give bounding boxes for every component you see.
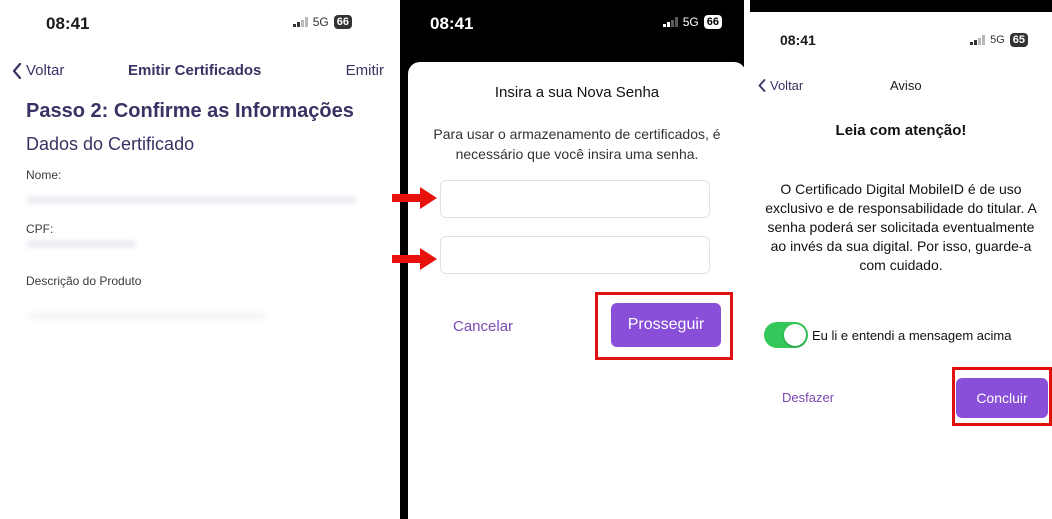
highlight-box-finish: [952, 367, 1052, 426]
status-bar: 08:41 5G 66: [0, 0, 400, 46]
undo-button[interactable]: Desfazer: [782, 390, 834, 405]
acknowledge-toggle[interactable]: [764, 322, 808, 348]
nav-title: Aviso: [890, 78, 922, 93]
signal-icon: [292, 17, 308, 27]
screen-nova-senha: 08:41 5G 66 Insira a sua Nova Senha Para…: [400, 0, 744, 519]
section-title: Dados do Certificado: [26, 134, 195, 154]
status-indicators: 5G 66: [662, 15, 722, 29]
warning-body: O Certificado Digital MobileID é de uso …: [765, 181, 1037, 273]
dialog-description: Para usar o armazenamento de certificado…: [433, 126, 721, 162]
redacted-value-cpf: [26, 240, 136, 248]
nav-bar: Voltar Aviso: [750, 78, 1052, 98]
toggle-knob: [784, 324, 806, 346]
back-button[interactable]: Voltar: [12, 62, 64, 79]
status-time: 08:41: [46, 14, 90, 33]
chevron-left-icon: [758, 79, 766, 92]
battery-icon: 66: [703, 15, 722, 29]
acknowledge-label: Eu li e entendi a mensagem acima: [812, 328, 1012, 343]
back-label: Voltar: [26, 62, 65, 79]
nav-title: Emitir Certificados: [128, 62, 262, 79]
arrow-right-icon: [392, 248, 437, 270]
status-bar: 08:41 5G 65: [750, 0, 1052, 48]
field-label-cpf: CPF:: [26, 222, 54, 236]
screen-aviso: 08:41 5G 65 Voltar Aviso Leia com atençã…: [750, 0, 1052, 519]
redacted-value-nome: [26, 196, 356, 204]
network-label: 5G: [682, 15, 699, 29]
step-title: Passo 2: Confirme as Informações: [26, 100, 354, 122]
highlight-box-proceed: [595, 292, 733, 360]
battery-icon: 66: [333, 15, 352, 29]
network-label: 5G: [990, 34, 1005, 46]
chevron-left-icon: [12, 62, 22, 79]
confirm-password-input[interactable]: [440, 236, 710, 274]
redacted-value-descricao: [26, 312, 266, 320]
nav-bar: Voltar Emitir Certificados Emitir: [0, 60, 400, 84]
status-time: 08:41: [430, 14, 474, 33]
status-time: 08:41: [780, 32, 816, 48]
warning-heading: Leia com atenção!: [835, 122, 967, 139]
password-input[interactable]: [440, 180, 710, 218]
cancel-button[interactable]: Cancelar: [453, 318, 513, 335]
network-label: 5G: [312, 15, 329, 29]
signal-icon: [662, 17, 678, 27]
password-dialog: Insira a sua Nova Senha Para usar o arma…: [408, 62, 744, 519]
field-label-nome: Nome:: [26, 168, 62, 182]
emit-button[interactable]: Emitir: [346, 62, 384, 79]
arrow-right-icon: [392, 187, 437, 209]
field-label-descricao: Descrição do Produto: [26, 274, 142, 288]
battery-icon: 65: [1009, 33, 1028, 47]
status-bar: 08:41 5G 66: [400, 0, 744, 46]
status-indicators: 5G 66: [292, 15, 352, 29]
dialog-title: Insira a sua Nova Senha: [494, 84, 660, 101]
status-indicators: 5G 65: [970, 33, 1028, 47]
back-button[interactable]: Voltar: [758, 78, 803, 93]
signal-icon: [970, 35, 986, 45]
back-label: Voltar: [770, 78, 804, 93]
screen-emitir-certificados: 08:41 5G 66 Voltar Emitir Certificados E…: [0, 0, 400, 519]
